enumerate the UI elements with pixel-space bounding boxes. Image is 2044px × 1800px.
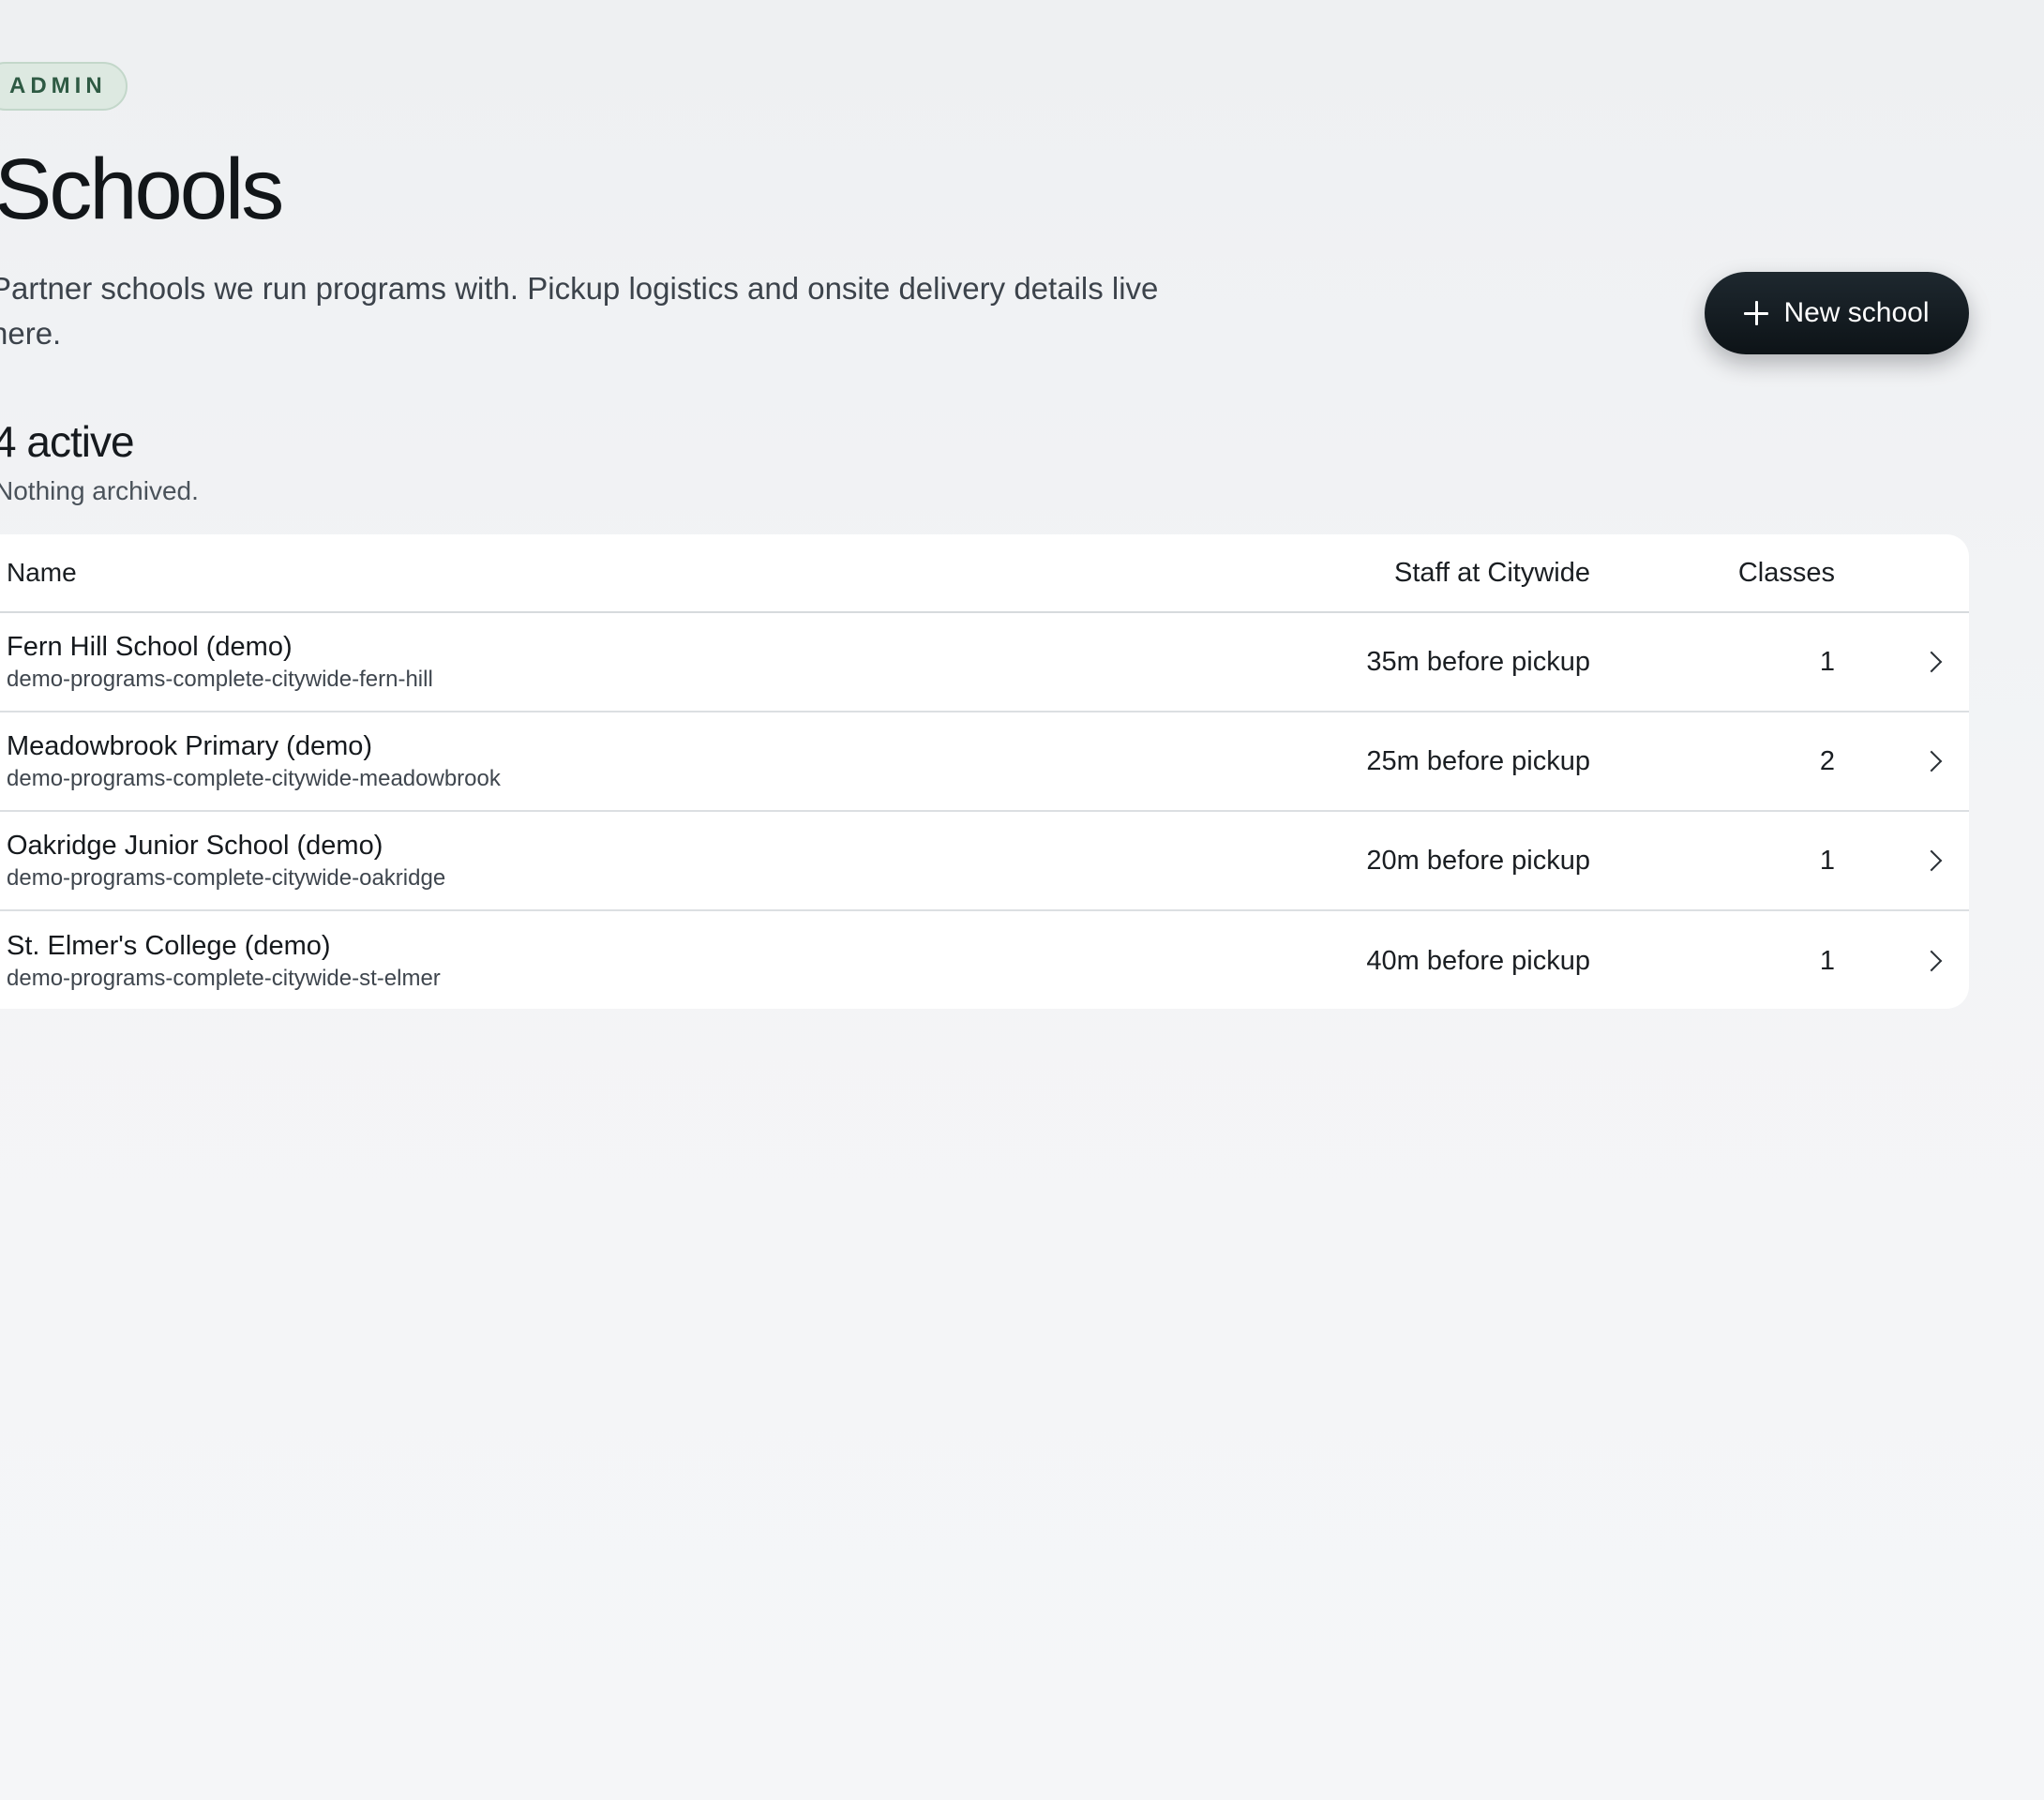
- new-school-button-label: New school: [1783, 297, 1930, 328]
- school-slug: demo-programs-complete-citywide-st-elmer: [7, 966, 441, 991]
- table-row[interactable]: Meadowbrook Primary (demo) demo-programs…: [0, 712, 1969, 812]
- page-title: Schools: [0, 142, 284, 237]
- plus-icon: [1744, 301, 1769, 325]
- row-open-control[interactable]: [1835, 849, 1969, 872]
- school-cell: Meadowbrook Primary (demo) demo-programs…: [0, 728, 1121, 794]
- school-slug: demo-programs-complete-citywide-meadowbr…: [7, 766, 501, 791]
- admin-badge: ADMIN: [0, 62, 128, 111]
- class-count: 1: [1819, 646, 1835, 677]
- chevron-right-icon: [1920, 950, 1943, 972]
- schools-page: ADMIN Schools Partner schools we run pro…: [0, 0, 2044, 1800]
- class-count: 2: [1819, 745, 1835, 776]
- staff-arrival: 35m before pickup: [1366, 646, 1590, 677]
- chevron-right-icon: [1920, 750, 1943, 772]
- table-row[interactable]: Oakridge Junior School (demo) demo-progr…: [0, 812, 1969, 911]
- school-cell: Oakridge Junior School (demo) demo-progr…: [0, 828, 1121, 893]
- active-count: 4 active: [0, 417, 135, 466]
- column-header-staff: Staff at Citywide: [1393, 557, 1590, 588]
- school-slug: demo-programs-complete-citywide-oakridge: [7, 865, 446, 891]
- chevron-right-icon: [1920, 651, 1943, 673]
- table-row[interactable]: Fern Hill School (demo) demo-programs-co…: [0, 613, 1969, 712]
- row-open-control[interactable]: [1835, 750, 1969, 772]
- table-header: Name Staff at Citywide Classes: [0, 534, 1969, 613]
- column-header-name: Name: [7, 558, 77, 587]
- chevron-right-icon: [1920, 849, 1943, 872]
- row-open-control[interactable]: [1835, 651, 1969, 673]
- school-name: St. Elmer's College (demo): [7, 931, 331, 961]
- archived-note: Nothing archived.: [0, 476, 199, 505]
- school-name: Fern Hill School (demo): [7, 632, 293, 662]
- staff-arrival: 40m before pickup: [1366, 945, 1590, 976]
- table-row[interactable]: St. Elmer's College (demo) demo-programs…: [0, 911, 1969, 1009]
- school-cell: Fern Hill School (demo) demo-programs-co…: [0, 629, 1121, 695]
- school-slug: demo-programs-complete-citywide-fern-hil…: [7, 667, 433, 692]
- school-name: Oakridge Junior School (demo): [7, 831, 383, 861]
- class-count: 1: [1819, 945, 1835, 976]
- staff-arrival: 25m before pickup: [1366, 745, 1590, 776]
- column-header-classes: Classes: [1737, 557, 1835, 588]
- schools-table: Name Staff at Citywide Classes Fern Hill…: [0, 534, 1969, 1009]
- page-subtitle: Partner schools we run programs with. Pi…: [0, 271, 1159, 351]
- staff-arrival: 20m before pickup: [1366, 845, 1590, 876]
- school-cell: St. Elmer's College (demo) demo-programs…: [0, 928, 1121, 994]
- school-name: Meadowbrook Primary (demo): [7, 731, 373, 761]
- new-school-button[interactable]: New school: [1705, 272, 1969, 354]
- row-open-control[interactable]: [1835, 950, 1969, 972]
- class-count: 1: [1819, 845, 1835, 876]
